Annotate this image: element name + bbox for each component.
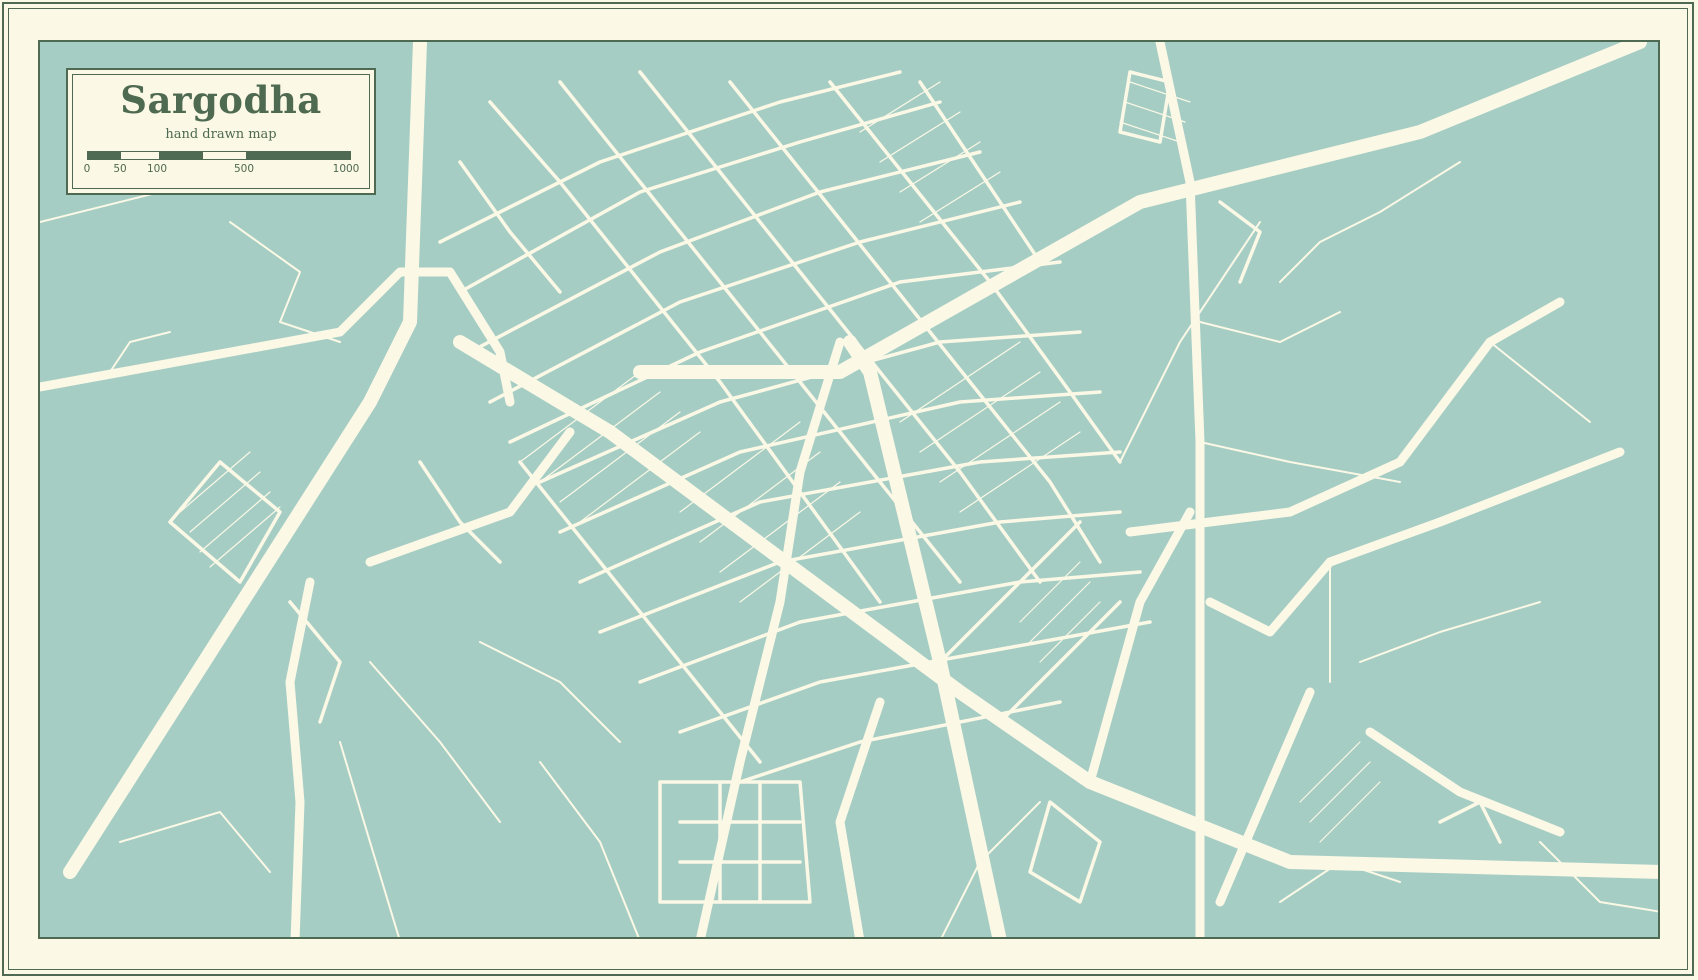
scale-label-50: 50 [113,163,127,175]
scale-segment-dark-3 [246,152,352,159]
urban-grid [168,70,1502,904]
scale-label-500: 500 [233,163,255,175]
scale-segment-dark-2 [159,152,203,159]
map-title-box: Sargodha hand drawn map 0 50 100 500 100… [66,68,376,195]
map-subtitle: hand drawn map [165,127,277,142]
scale-segment-light-2 [203,152,246,159]
scale-label-1000: 1000 [332,163,360,175]
scale-segment-dark-1 [88,152,121,159]
scale-label-0: 0 [83,163,91,175]
city-name-title: Sargodha [120,78,322,122]
scale-bar [87,151,351,160]
scale-segment-light-1 [121,152,159,159]
scale-label-100: 100 [146,163,168,175]
